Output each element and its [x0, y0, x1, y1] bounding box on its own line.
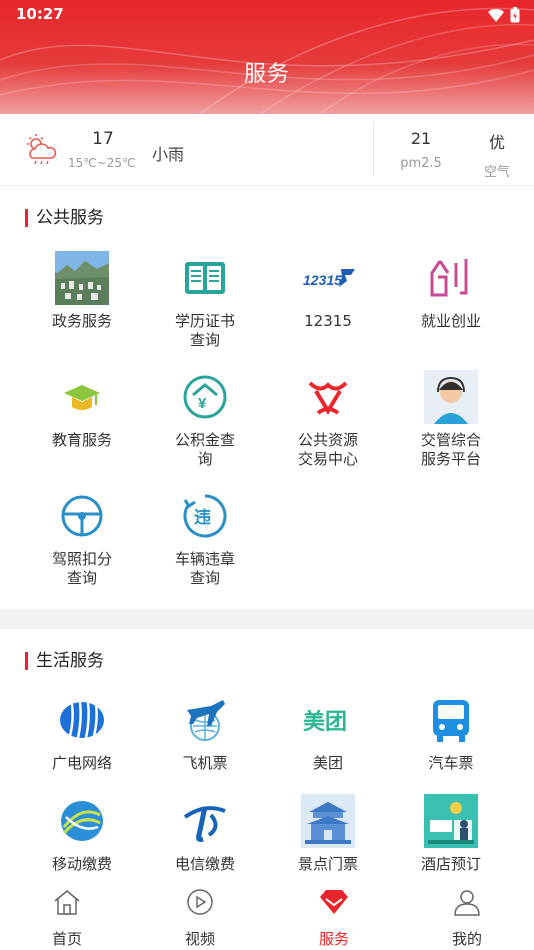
app-header: 10:27 服务 [0, 0, 534, 114]
nav-item-profile[interactable]: 我的 [427, 884, 507, 949]
life-item-label: 移动缴费 [51, 855, 112, 873]
pm25-block: 21 pm2.5 [392, 129, 450, 171]
life-item-meituan[interactable]: 美团 美团 [266, 692, 390, 773]
svg-text:美团: 美团 [303, 709, 347, 735]
resource-exchange-icon [300, 369, 356, 425]
section-title-life: 生活服务 [25, 652, 104, 670]
violation-icon: 违 [177, 488, 233, 544]
meituan-icon: 美团 [300, 692, 356, 748]
weather-divider [373, 122, 374, 176]
chuang-logo-icon [423, 250, 479, 306]
pm25-value: 21 [410, 129, 432, 148]
life-item-broadcast[interactable]: 广电网络 [20, 692, 144, 773]
battery-icon [510, 7, 520, 23]
weather-temperature: 17 [92, 129, 114, 149]
service-item-label: 学历证书 查询 [174, 312, 235, 349]
certificate-book-icon [177, 250, 233, 306]
wifi-icon [488, 8, 504, 22]
service-item-label: 交管综合 服务平台 [420, 431, 481, 468]
nav-item-home[interactable]: 首页 [27, 884, 107, 949]
service-item-label: 就业创业 [420, 312, 481, 330]
nav-label: 我的 [451, 930, 482, 948]
nav-label: 服务 [318, 930, 349, 948]
nav-label: 首页 [51, 930, 82, 948]
life-item-scenic-tickets[interactable]: 景点门票 [266, 793, 390, 874]
service-item-resource-exchange[interactable]: 公共资源 交易中心 [266, 369, 390, 469]
pm25-label: pm2.5 [400, 156, 442, 171]
broadcast-network-icon [54, 692, 110, 748]
rain-cloud-icon [27, 134, 57, 165]
life-item-label: 飞机票 [182, 754, 228, 772]
airplane-icon [177, 692, 233, 748]
service-item-label: 教育服务 [51, 431, 112, 449]
life-item-mobile-pay[interactable]: 移动缴费 [20, 793, 144, 874]
life-item-label: 景点门票 [297, 855, 358, 873]
china-telecom-icon [177, 793, 233, 849]
life-item-label: 电信缴费 [174, 855, 235, 873]
weather-bar[interactable]: 17 15℃~25℃ 小雨 21 pm2.5 优 空气 [0, 114, 534, 186]
service-item-label: 驾照扣分 查询 [51, 550, 112, 587]
scenic-gate-icon [300, 793, 356, 849]
life-item-label: 汽车票 [428, 754, 474, 772]
service-gem-icon [294, 884, 374, 920]
life-item-flight[interactable]: 飞机票 [143, 692, 267, 773]
service-item-vehicle-violation[interactable]: 违 车辆违章 查询 [143, 488, 267, 588]
section-separator [0, 609, 534, 629]
service-item-housing-fund[interactable]: ¥ 公积金查 询 [143, 369, 267, 469]
service-item-label: 12315 [304, 312, 352, 330]
home-icon [27, 884, 107, 920]
life-item-label: 广电网络 [51, 754, 112, 772]
air-quality-value: 优 [488, 133, 505, 152]
city-photo-icon [54, 250, 110, 306]
hotel-icon [423, 793, 479, 849]
nav-label: 视频 [184, 930, 215, 948]
12315-logo-icon: 12315 [300, 250, 356, 306]
life-item-label: 美团 [312, 754, 343, 772]
service-item-label: 政务服务 [51, 312, 112, 330]
service-item-traffic[interactable]: 交管综合 服务平台 [389, 369, 513, 469]
section-title-public: 公共服务 [25, 209, 104, 227]
china-mobile-icon [54, 793, 110, 849]
profile-icon [427, 884, 507, 920]
life-item-telecom-pay[interactable]: 电信缴费 [143, 793, 267, 874]
weather-range: 15℃~25℃ [68, 156, 136, 170]
service-item-label: 公积金查 询 [174, 431, 235, 468]
service-item-employment[interactable]: 就业创业 [389, 250, 513, 331]
bottom-nav: 首页 视频 服务 我的 [0, 884, 534, 950]
life-item-label: 酒店预订 [420, 855, 481, 873]
bus-icon [423, 692, 479, 748]
page-title: 服务 [243, 62, 290, 87]
svg-text:¥: ¥ [198, 395, 207, 412]
service-item-label: 公共资源 交易中心 [297, 431, 358, 468]
service-item-12315[interactable]: 12315 12315 [266, 250, 390, 331]
customer-service-icon [423, 369, 479, 425]
service-item-gov[interactable]: 政务服务 [20, 250, 144, 331]
weather-description: 小雨 [152, 145, 185, 164]
svg-text:12315: 12315 [303, 272, 342, 288]
steering-wheel-icon [54, 488, 110, 544]
service-item-diploma[interactable]: 学历证书 查询 [143, 250, 267, 350]
life-item-hotel[interactable]: 酒店预订 [389, 793, 513, 874]
status-time: 10:27 [16, 5, 64, 23]
service-item-label: 车辆违章 查询 [174, 550, 235, 587]
video-icon [160, 884, 240, 920]
nav-item-video[interactable]: 视频 [160, 884, 240, 949]
service-item-license-points[interactable]: 驾照扣分 查询 [20, 488, 144, 588]
nav-item-service[interactable]: 服务 [294, 884, 374, 949]
life-item-bus-ticket[interactable]: 汽车票 [389, 692, 513, 773]
air-quality-block: 优 空气 [472, 129, 522, 180]
housing-fund-icon: ¥ [177, 369, 233, 425]
service-item-education[interactable]: 教育服务 [20, 369, 144, 450]
svg-text:违: 违 [194, 507, 211, 528]
status-bar: 10:27 [16, 5, 520, 25]
air-quality-label: 空气 [483, 165, 510, 180]
graduation-cap-icon [54, 369, 110, 425]
